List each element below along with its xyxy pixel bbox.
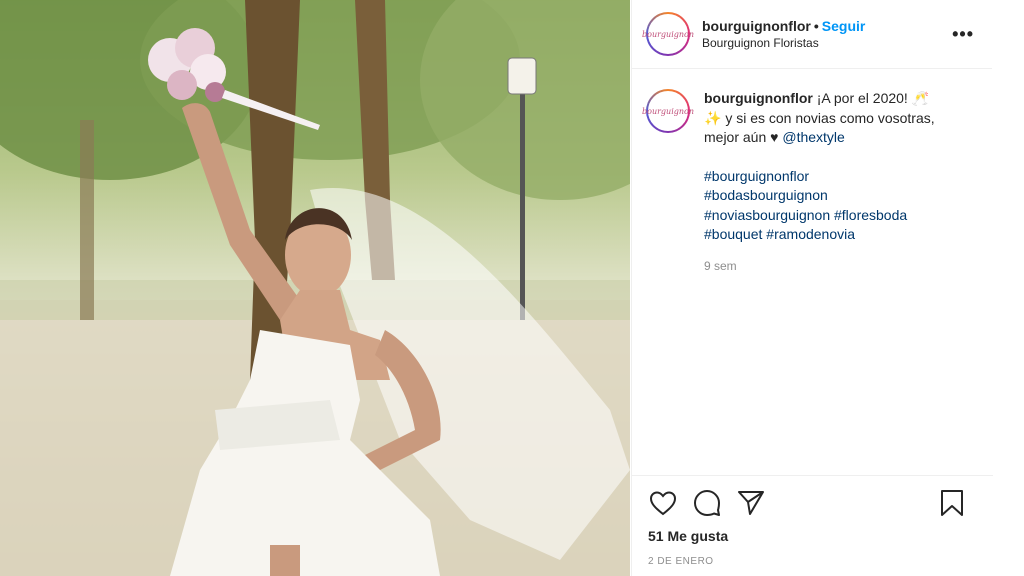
paper-plane-icon[interactable]	[736, 488, 766, 518]
caption-text-line1: ¡A por el 2020! 🥂	[816, 90, 930, 106]
bookmark-icon[interactable]	[937, 488, 967, 518]
caption-avatar[interactable]: bourguignon	[642, 89, 694, 133]
hashtag-link[interactable]: #bodasbourguignon	[704, 187, 828, 203]
header-text: bourguignonflor • Seguir Bourguignon Flori…	[702, 17, 952, 51]
location-link[interactable]: Bourguignon Floristas	[702, 35, 952, 51]
caption-block: bourguignon bourguignonflor ¡A por el 20…	[632, 69, 992, 276]
post-photo[interactable]	[0, 0, 630, 576]
separator-dot: •	[813, 18, 819, 34]
more-options-icon[interactable]: •••	[952, 24, 974, 45]
photo-illustration	[0, 0, 630, 576]
post-date[interactable]: 2 de enero	[648, 556, 977, 567]
mention-link[interactable]: @thextyle	[782, 129, 844, 145]
post-panel: bourguignon bourguignonflor • Seguir Bourg…	[631, 0, 993, 576]
hashtag-link[interactable]: #bourguignonflor	[704, 168, 809, 184]
caption-text-line2: ✨ y si es con novias como vosotras,	[704, 109, 935, 126]
caption-time[interactable]: 9 sem	[704, 257, 974, 277]
hashtag-link[interactable]: #noviasbourguignon	[704, 207, 830, 223]
caption-username[interactable]: bourguignonflor	[704, 90, 813, 106]
post-header: bourguignon bourguignonflor • Seguir Bourg…	[632, 0, 992, 69]
likes-count[interactable]: 51 Me gusta	[648, 528, 977, 544]
header-username[interactable]: bourguignonflor	[702, 18, 811, 34]
hashtag-link[interactable]: #floresboda	[834, 207, 907, 223]
caption-text-line3: mejor aún ♥	[704, 129, 779, 145]
action-icons	[648, 488, 977, 518]
caption-avatar-logo: bourguignon	[642, 91, 694, 131]
profile-avatar[interactable]: bourguignon	[642, 12, 694, 56]
heart-icon[interactable]	[648, 488, 678, 518]
caption-body: bourguignonflor ¡A por el 2020! 🥂 ✨ y si…	[704, 89, 974, 276]
hashtag-link[interactable]: #bouquet	[704, 226, 762, 242]
avatar-logo: bourguignon	[642, 14, 694, 54]
post-actions: 51 Me gusta 2 de enero	[632, 475, 993, 576]
hashtags: #bourguignonflor #bodasbourguignon #novi…	[704, 167, 974, 245]
follow-button[interactable]: Seguir	[822, 18, 866, 34]
comment-icon[interactable]	[692, 488, 722, 518]
hashtag-link[interactable]: #ramodenovia	[766, 226, 855, 242]
